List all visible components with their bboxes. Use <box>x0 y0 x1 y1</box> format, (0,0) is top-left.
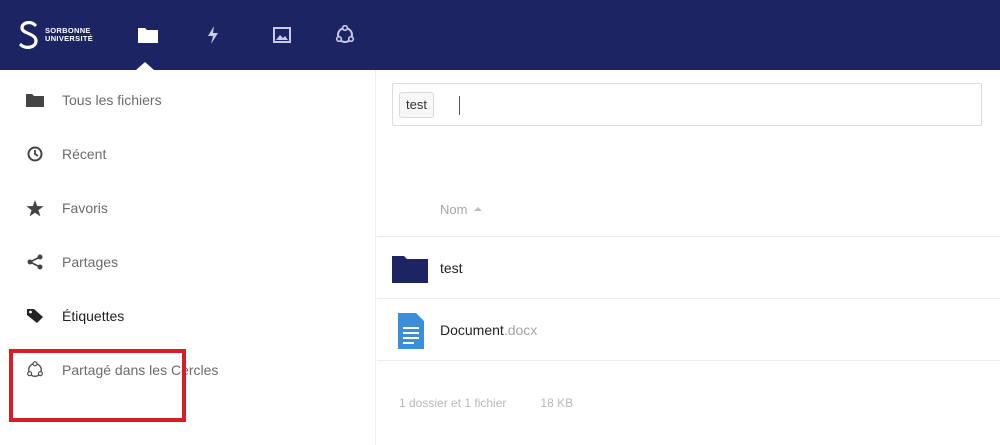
file-name-wrapper[interactable]: Document.docx <box>440 322 537 338</box>
activity-icon <box>208 26 218 44</box>
logo-line-2: UNIVERSITÉ <box>45 34 94 43</box>
top-header: SORBONNE UNIVERSITÉ <box>0 0 1000 70</box>
activity-app-button[interactable] <box>198 20 228 50</box>
file-list-area: test Nom test Document.docx 1 dossier et… <box>377 70 1000 445</box>
document-icon <box>398 313 424 349</box>
table-row-folder[interactable]: test <box>377 236 1000 298</box>
sorbonne-logo-icon <box>19 21 38 49</box>
sort-ascending-icon <box>474 206 483 211</box>
sidebar-item-all-files[interactable]: Tous les fichiers <box>0 73 376 127</box>
file-extension: .docx <box>503 322 538 338</box>
file-summary: 1 dossier et 1 fichier 18 KB <box>399 396 573 410</box>
circles-icon <box>335 25 355 43</box>
sidebar-item-favorites[interactable]: Favoris <box>0 181 376 235</box>
sidebar-item-shares[interactable]: Partages <box>0 235 376 289</box>
files-icon <box>138 28 158 43</box>
folder-icon <box>25 90 45 110</box>
sidebar-item-label: Tous les fichiers <box>62 92 162 108</box>
star-icon <box>25 198 45 218</box>
tags-highlight-box <box>9 349 186 422</box>
table-row-document[interactable]: Document.docx <box>377 298 1000 360</box>
sidebar-item-label: Partages <box>62 254 119 270</box>
list-divider <box>377 360 1000 361</box>
clock-icon <box>25 144 45 164</box>
text-cursor <box>459 96 460 115</box>
sidebar-item-label: Étiquettes <box>62 308 125 324</box>
gallery-app-button[interactable] <box>267 20 297 50</box>
name-column-label: Nom <box>440 202 468 217</box>
sidebar-item-label: Favoris <box>62 200 108 216</box>
active-app-indicator <box>136 62 154 70</box>
gallery-icon <box>273 27 291 43</box>
sidebar-item-label: Récent <box>62 146 107 162</box>
sidebar-item-recent[interactable]: Récent <box>0 127 376 181</box>
sidebar-item-tags[interactable]: Étiquettes <box>0 289 376 343</box>
summary-count: 1 dossier et 1 fichier <box>399 396 507 410</box>
sorbonne-logo[interactable]: SORBONNE UNIVERSITÉ <box>18 20 93 50</box>
file-name[interactable]: test <box>440 260 463 276</box>
circles-app-button[interactable] <box>330 20 360 50</box>
selected-tag-chip[interactable]: test <box>399 92 434 118</box>
tag-filter-input[interactable]: test <box>392 83 982 126</box>
name-column-header[interactable]: Nom <box>440 202 483 217</box>
file-name: Document <box>440 322 504 338</box>
folder-icon <box>392 256 428 283</box>
sidebar: Tous les fichiers Récent Favoris Partage… <box>0 70 376 445</box>
summary-size: 18 KB <box>540 396 574 410</box>
share-icon <box>25 252 45 272</box>
files-app-button[interactable] <box>133 20 163 50</box>
tag-icon <box>25 306 45 326</box>
